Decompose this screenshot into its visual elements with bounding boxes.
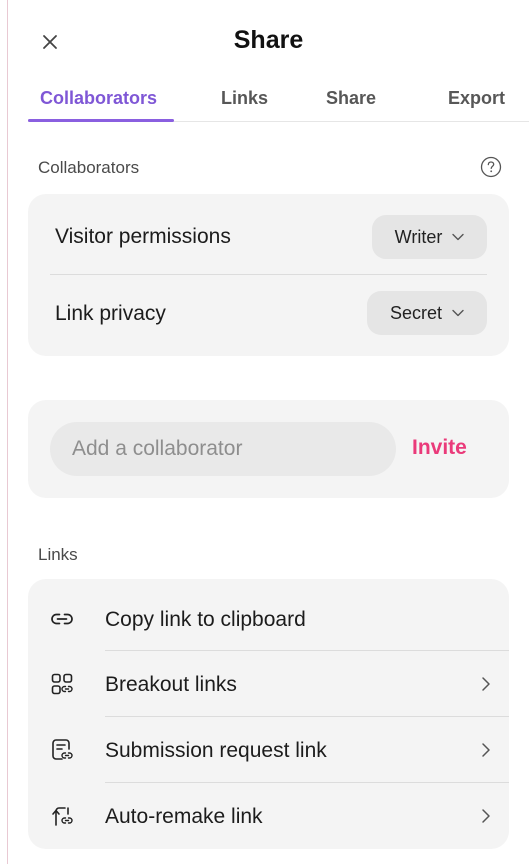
copy-link-label: Copy link to clipboard: [105, 608, 306, 631]
visitor-permissions-value: Writer: [394, 226, 443, 247]
breakout-links-icon: [51, 673, 73, 695]
links-divider: [105, 716, 509, 717]
active-tab-indicator: [28, 119, 174, 122]
chevron-right-icon: [482, 743, 490, 757]
auto-remake-icon: [52, 807, 73, 826]
tab-bar: Collaborators Links Share Export: [8, 84, 529, 122]
submission-request-icon: [52, 739, 73, 760]
tab-export[interactable]: Export: [448, 88, 505, 126]
invite-button[interactable]: Invite: [412, 436, 467, 460]
card-divider: [50, 274, 487, 275]
link-privacy-value: Secret: [389, 302, 443, 323]
links-section-label: Links: [38, 545, 78, 564]
collaborators-section-label: Collaborators: [38, 158, 140, 177]
breakout-links-button[interactable]: Breakout links: [28, 652, 509, 716]
page-title: Share: [233, 26, 304, 54]
links-divider: [105, 782, 509, 783]
chevron-down-icon: [452, 309, 464, 317]
visitor-permissions-label: Visitor permissions: [55, 225, 231, 248]
add-collaborator-field[interactable]: [50, 422, 396, 476]
auto-remake-link-button[interactable]: Auto-remake link: [28, 784, 509, 848]
chevron-right-icon: [482, 677, 490, 691]
chevron-down-icon: [452, 233, 465, 241]
tab-links[interactable]: Links: [221, 88, 268, 126]
header: Share: [8, 0, 529, 80]
links-divider: [105, 650, 509, 651]
share-panel: Share Collaborators Links Share Export C…: [8, 0, 529, 864]
breakout-links-label: Breakout links: [105, 673, 237, 696]
permissions-card: Visitor permissions Writer Link privacy …: [28, 194, 509, 356]
chevron-right-icon: [482, 809, 490, 823]
copy-link-button[interactable]: Copy link to clipboard: [28, 587, 509, 651]
tab-share[interactable]: Share: [326, 88, 376, 126]
visitor-permissions-select[interactable]: Writer: [372, 215, 487, 259]
link-privacy-select[interactable]: Secret: [367, 291, 487, 335]
auto-remake-link-label: Auto-remake link: [105, 805, 263, 828]
help-button[interactable]: [480, 156, 502, 178]
submission-request-link-label: Submission request link: [105, 739, 327, 762]
add-collaborator-input[interactable]: [50, 422, 396, 476]
submission-request-link-button[interactable]: Submission request link: [28, 718, 509, 782]
link-icon: [51, 613, 73, 625]
link-privacy-label: Link privacy: [55, 302, 166, 325]
help-icon: [480, 156, 502, 178]
